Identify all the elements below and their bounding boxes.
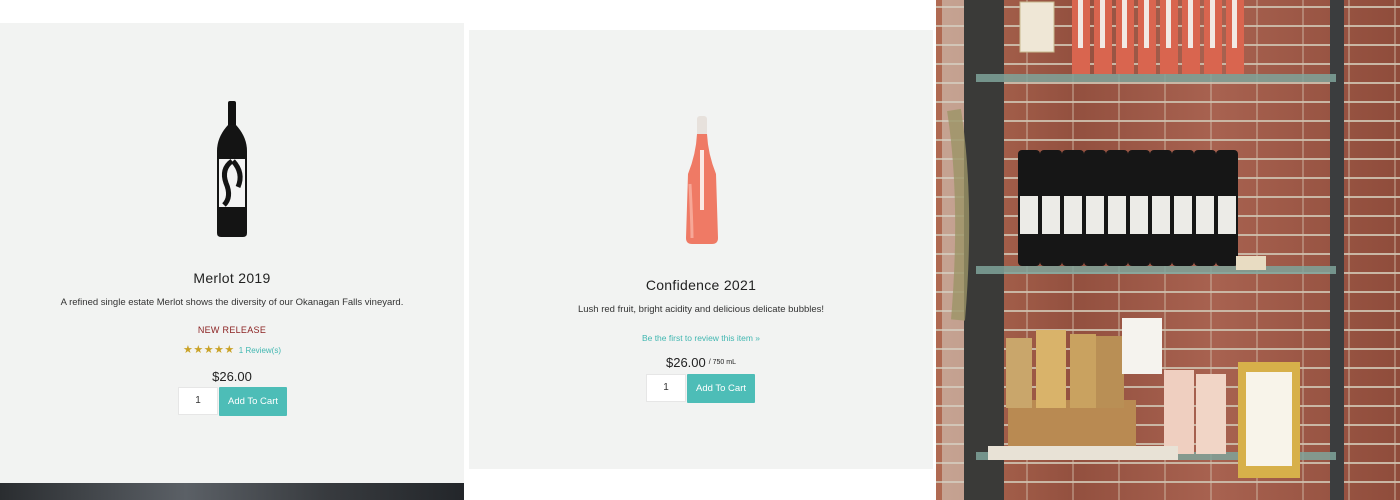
- product-card-confidence: Confidence 2021 Lush red fruit, bright a…: [469, 30, 933, 469]
- merlot-bottle-image[interactable]: [212, 99, 252, 239]
- column-divider: [464, 0, 468, 500]
- product-title[interactable]: Confidence 2021: [469, 277, 933, 293]
- bottle-size-unit: / 750 mL: [708, 359, 736, 366]
- product-price: $26.00: [212, 369, 252, 384]
- rating-row: ★★★★★ 1 Review(s): [0, 343, 464, 356]
- next-row-image-strip: [0, 483, 464, 500]
- price-row: $26.00/ 750 mL: [469, 355, 933, 370]
- confidence-bottle-image[interactable]: [680, 114, 724, 248]
- product-description: A refined single estate Merlot shows the…: [60, 297, 404, 308]
- add-to-cart-button[interactable]: Add To Cart: [687, 374, 755, 403]
- write-review-link[interactable]: Be the first to review this item »: [469, 333, 933, 343]
- new-release-badge: NEW RELEASE: [197, 325, 267, 335]
- reviews-link[interactable]: 1 Review(s): [239, 346, 281, 355]
- quantity-input[interactable]: 1: [178, 387, 218, 415]
- star-rating-icon: ★★★★★: [182, 344, 235, 356]
- quantity-input[interactable]: 1: [646, 374, 686, 402]
- product-price: $26.00: [665, 355, 706, 370]
- shelf-illustration: [942, 0, 1344, 500]
- product-title[interactable]: Merlot 2019: [0, 270, 464, 286]
- product-card-merlot: Merlot 2019 A refined single estate Merl…: [0, 23, 464, 483]
- wine-shelf-photo: [936, 0, 1400, 500]
- product-description: Lush red fruit, bright acidity and delic…: [577, 304, 825, 315]
- add-to-cart-button[interactable]: Add To Cart: [219, 387, 287, 416]
